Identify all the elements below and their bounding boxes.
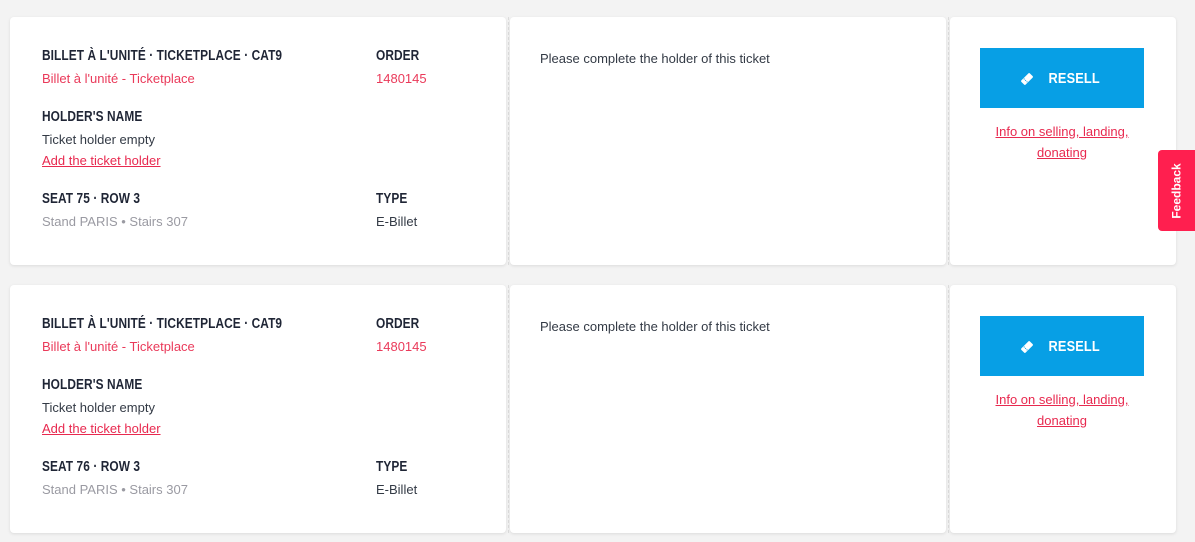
- ticket-holder-section: Please complete the holder of this ticke…: [510, 285, 946, 533]
- perforation-divider: [948, 17, 949, 265]
- holder-name-value: Ticket holder empty: [42, 400, 155, 415]
- holder-name-value: Ticket holder empty: [42, 132, 155, 147]
- info-link-line-1: Info on selling, landing,: [995, 124, 1129, 139]
- perforation-divider: [508, 285, 509, 533]
- type-value: E-Billet: [376, 482, 418, 497]
- ticket-icon: [1020, 339, 1034, 353]
- order-number: 1480145: [376, 339, 427, 354]
- order-label: ORDER: [376, 316, 420, 332]
- seat-location: Stand PARIS • Stairs 307: [42, 214, 188, 229]
- type-label: TYPE: [376, 191, 408, 207]
- feedback-tab[interactable]: Feedback: [1158, 150, 1195, 231]
- order-label: ORDER: [376, 48, 420, 64]
- info-link-line-1: Info on selling, landing,: [995, 392, 1129, 407]
- ticket-details-section: BILLET À L'UNITÉ · TICKETPLACE · CAT9 Bi…: [10, 285, 506, 533]
- info-selling-link[interactable]: Info on selling, landing, donating: [980, 121, 1144, 163]
- ticket-actions-section: RESELL Info on selling, landing, donatin…: [950, 285, 1176, 533]
- type-value: E-Billet: [376, 214, 418, 229]
- ticket-title: BILLET À L'UNITÉ · TICKETPLACE · CAT9: [42, 316, 283, 332]
- holder-name-label: HOLDER'S NAME: [42, 109, 143, 125]
- holder-message: Please complete the holder of this ticke…: [540, 319, 770, 334]
- add-ticket-holder-link[interactable]: Add the ticket holder: [42, 153, 161, 168]
- info-link-line-2: donating: [1037, 145, 1087, 160]
- ticket-icon: [1020, 71, 1034, 85]
- ticket-holder-section: Please complete the holder of this ticke…: [510, 17, 946, 265]
- ticket-subtitle: Billet à l'unité - Ticketplace: [42, 71, 195, 86]
- ticket-card-1: BILLET À L'UNITÉ · TICKETPLACE · CAT9 Bi…: [10, 17, 1176, 265]
- type-label: TYPE: [376, 459, 408, 475]
- seat-label: SEAT 76 · ROW 3: [42, 459, 141, 475]
- add-ticket-holder-link[interactable]: Add the ticket holder: [42, 421, 161, 436]
- holder-name-label: HOLDER'S NAME: [42, 377, 143, 393]
- resell-button[interactable]: RESELL: [980, 316, 1144, 376]
- info-link-line-2: donating: [1037, 413, 1087, 428]
- ticket-card-2: BILLET À L'UNITÉ · TICKETPLACE · CAT9 Bi…: [10, 285, 1176, 533]
- ticket-details-section: BILLET À L'UNITÉ · TICKETPLACE · CAT9 Bi…: [10, 17, 506, 265]
- ticket-subtitle: Billet à l'unité - Ticketplace: [42, 339, 195, 354]
- resell-label: RESELL: [1048, 69, 1100, 87]
- holder-message: Please complete the holder of this ticke…: [540, 51, 770, 66]
- seat-label: SEAT 75 · ROW 3: [42, 191, 141, 207]
- ticket-title: BILLET À L'UNITÉ · TICKETPLACE · CAT9: [42, 48, 283, 64]
- resell-label: RESELL: [1048, 337, 1100, 355]
- perforation-divider: [508, 17, 509, 265]
- info-selling-link[interactable]: Info on selling, landing, donating: [980, 389, 1144, 431]
- feedback-label: Feedback: [1169, 162, 1184, 219]
- resell-button[interactable]: RESELL: [980, 48, 1144, 108]
- order-number: 1480145: [376, 71, 427, 86]
- ticket-actions-section: RESELL Info on selling, landing, donatin…: [950, 17, 1176, 265]
- perforation-divider: [948, 285, 949, 533]
- seat-location: Stand PARIS • Stairs 307: [42, 482, 188, 497]
